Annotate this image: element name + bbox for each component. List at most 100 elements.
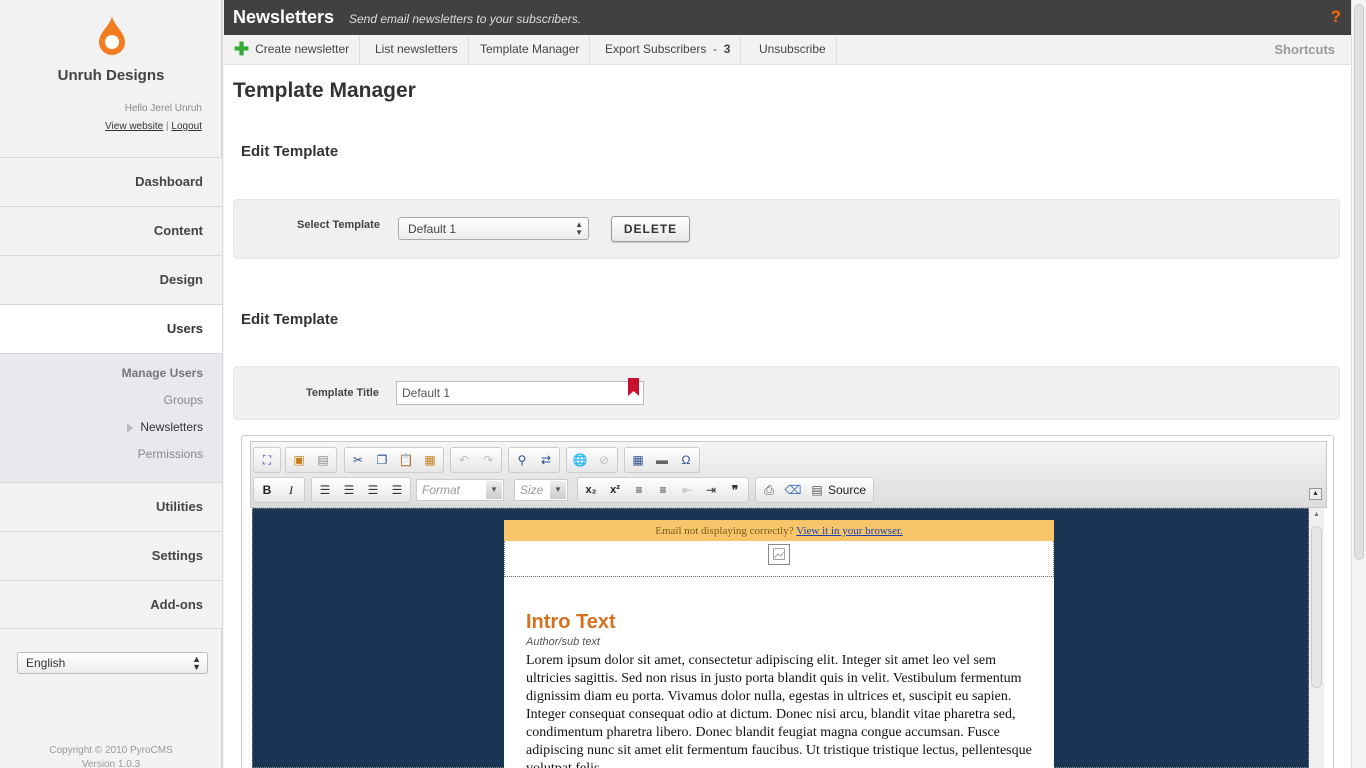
source-icon[interactable]: ▤ — [808, 482, 826, 499]
blockquote-icon[interactable]: ❞ — [726, 482, 744, 499]
current-arrow-icon — [127, 423, 133, 433]
language-select[interactable]: English ▲ ▼ — [17, 652, 208, 674]
paste-word-icon[interactable]: ▦ — [421, 452, 439, 469]
email-banner: Email not displaying correctly? View it … — [504, 520, 1054, 541]
link-icon[interactable]: 🌐 — [571, 452, 589, 469]
bold-icon[interactable]: B — [258, 482, 276, 499]
page-scrollbar-thumb[interactable] — [1354, 4, 1364, 560]
copyright: Copyright © 2010 PyroCMS Version 1.0.3 — [0, 744, 222, 768]
shortcuts-label[interactable]: Shortcuts — [1274, 35, 1335, 65]
select-arrows-icon: ▲ ▼ — [192, 654, 201, 672]
nav-utilities[interactable]: Utilities — [0, 482, 222, 531]
subnav-groups[interactable]: Groups — [0, 387, 222, 414]
template-manager-button[interactable]: Template Manager — [470, 35, 591, 65]
module-description: Send email newsletters to your subscribe… — [349, 12, 582, 26]
file-icon[interactable]: ▤ — [314, 452, 332, 469]
outdent-icon[interactable]: ⇤ — [678, 482, 696, 499]
toolbar-group-history: ↶ ↷ — [450, 447, 502, 473]
subnav-manage-users[interactable]: Manage Users — [0, 360, 222, 387]
subnav-permissions[interactable]: Permissions — [0, 441, 222, 468]
bullet-list-icon[interactable]: ≡ — [654, 482, 672, 499]
users-subnav: Manage Users Groups Newsletters Permissi… — [0, 353, 222, 482]
nav-users[interactable]: Users — [0, 304, 222, 353]
nav-design[interactable]: Design — [0, 255, 222, 304]
toolbar-group-clipboard: ✂ ❐ 📋 ▦ — [344, 447, 444, 473]
subscript-icon[interactable]: x₂ — [582, 482, 600, 499]
align-center-icon[interactable]: ☰ — [340, 482, 358, 499]
copyright-text: Copyright © 2010 PyroCMS — [49, 745, 173, 756]
help-icon[interactable]: ? — [1331, 7, 1341, 27]
justify-icon[interactable]: ☰ — [388, 482, 406, 499]
format-combo[interactable]: Format ▼ — [416, 479, 504, 501]
undo-icon[interactable]: ↶ — [455, 452, 473, 469]
delete-button[interactable]: DELETE — [611, 216, 690, 242]
unsubscribe-button[interactable]: Unsubscribe — [749, 35, 837, 65]
logout-link[interactable]: Logout — [171, 121, 202, 132]
link-separator: | — [166, 121, 169, 132]
editor-toolbar: ⛶ ▣ ▤ ✂ ❐ 📋 ▦ ↶ ↷ ⚲ ⇄ 🌐 ⊘ ▦ ▬ Ω B I ☰ ☰ … — [250, 441, 1327, 508]
paste-icon[interactable]: 📋 — [397, 452, 415, 469]
subscriber-count: 3 — [723, 42, 731, 56]
size-combo[interactable]: Size ▼ — [514, 479, 568, 501]
replace-icon[interactable]: ⇄ — [537, 452, 555, 469]
subnav-newsletters[interactable]: Newsletters — [0, 414, 222, 441]
view-website-link[interactable]: View website — [105, 121, 163, 132]
redo-icon[interactable]: ↷ — [479, 452, 497, 469]
nav-addons[interactable]: Add-ons — [0, 580, 222, 629]
toolbar-group-tools: ⎙ ⌫ ▤ Source — [755, 477, 874, 503]
template-select[interactable]: Default 1 ▲ ▼ — [398, 217, 589, 240]
export-subscribers-label: Export Subscribers — [605, 42, 707, 56]
editor-scrollbar-thumb[interactable] — [1311, 526, 1322, 688]
user-links: View website | Logout — [105, 121, 202, 132]
nav-content[interactable]: Content — [0, 206, 222, 255]
module-header: Newsletters Send email newsletters to yo… — [224, 0, 1351, 35]
size-placeholder: Size — [520, 483, 544, 497]
align-right-icon[interactable]: ☰ — [364, 482, 382, 499]
cut-icon[interactable]: ✂ — [349, 452, 367, 469]
page-title: Template Manager — [233, 79, 416, 102]
export-separator: - — [713, 42, 718, 56]
create-newsletter-label: Create newsletter — [255, 42, 350, 56]
toolbar-group-insert: ▣ ▤ — [285, 447, 337, 473]
view-in-browser-link[interactable]: View it in your browser. — [796, 525, 903, 537]
scroll-up-icon[interactable]: ▲ — [1313, 511, 1320, 518]
find-icon[interactable]: ⚲ — [513, 452, 531, 469]
section-title-select: Edit Template — [241, 143, 339, 160]
editor-scrollbar[interactable]: ▲ — [1309, 508, 1324, 768]
italic-icon[interactable]: I — [282, 482, 300, 499]
intro-body-text: Lorem ipsum dolor sit amet, consectetur … — [526, 653, 1032, 768]
source-label[interactable]: Source — [828, 483, 866, 497]
copy-icon[interactable]: ❐ — [373, 452, 391, 469]
remove-format-icon[interactable]: ⌫ — [784, 482, 802, 499]
special-char-icon[interactable]: Ω — [677, 452, 695, 469]
nav-dashboard[interactable]: Dashboard — [0, 157, 222, 206]
collapse-toolbar-icon[interactable]: ▲ — [1309, 488, 1322, 500]
superscript-icon[interactable]: x² — [606, 482, 624, 499]
sidebar: Unruh Designs Hello Jerel Unruh View web… — [0, 0, 222, 768]
main-nav: Dashboard Content Design Users Manage Us… — [0, 157, 222, 629]
image-icon[interactable]: ▣ — [290, 452, 308, 469]
align-left-icon[interactable]: ☰ — [316, 482, 334, 499]
create-newsletter-button[interactable]: ✚ Create newsletter — [224, 35, 361, 65]
author-subtext: Author/sub text — [526, 636, 600, 648]
list-newsletters-button[interactable]: List newsletters — [365, 35, 469, 65]
toolbar-group-align: ☰ ☰ ☰ ☰ — [311, 477, 411, 503]
sidebar-shadow — [222, 0, 224, 768]
export-subscribers-button[interactable]: Export Subscribers - 3 — [595, 35, 742, 65]
horizontal-rule-icon[interactable]: ▬ — [653, 452, 671, 469]
format-placeholder: Format — [422, 483, 461, 497]
nav-settings[interactable]: Settings — [0, 531, 222, 580]
chevron-down-icon: ▼ — [550, 481, 566, 499]
maximize-icon[interactable]: ⛶ — [258, 452, 276, 469]
table-icon[interactable]: ▦ — [629, 452, 647, 469]
toolbar-group-objects: ▦ ▬ Ω — [624, 447, 700, 473]
indent-icon[interactable]: ⇥ — [702, 482, 720, 499]
unlink-icon[interactable]: ⊘ — [595, 452, 613, 469]
numbered-list-icon[interactable]: ≡ — [630, 482, 648, 499]
intro-title: Intro Text — [526, 611, 616, 633]
template-select-value: Default 1 — [408, 222, 457, 236]
page-scrollbar[interactable] — [1351, 0, 1366, 768]
template-title-input[interactable] — [396, 381, 644, 405]
preview-icon[interactable]: ⎙ — [760, 482, 778, 499]
toolbar-group-maximize: ⛶ — [253, 447, 281, 473]
